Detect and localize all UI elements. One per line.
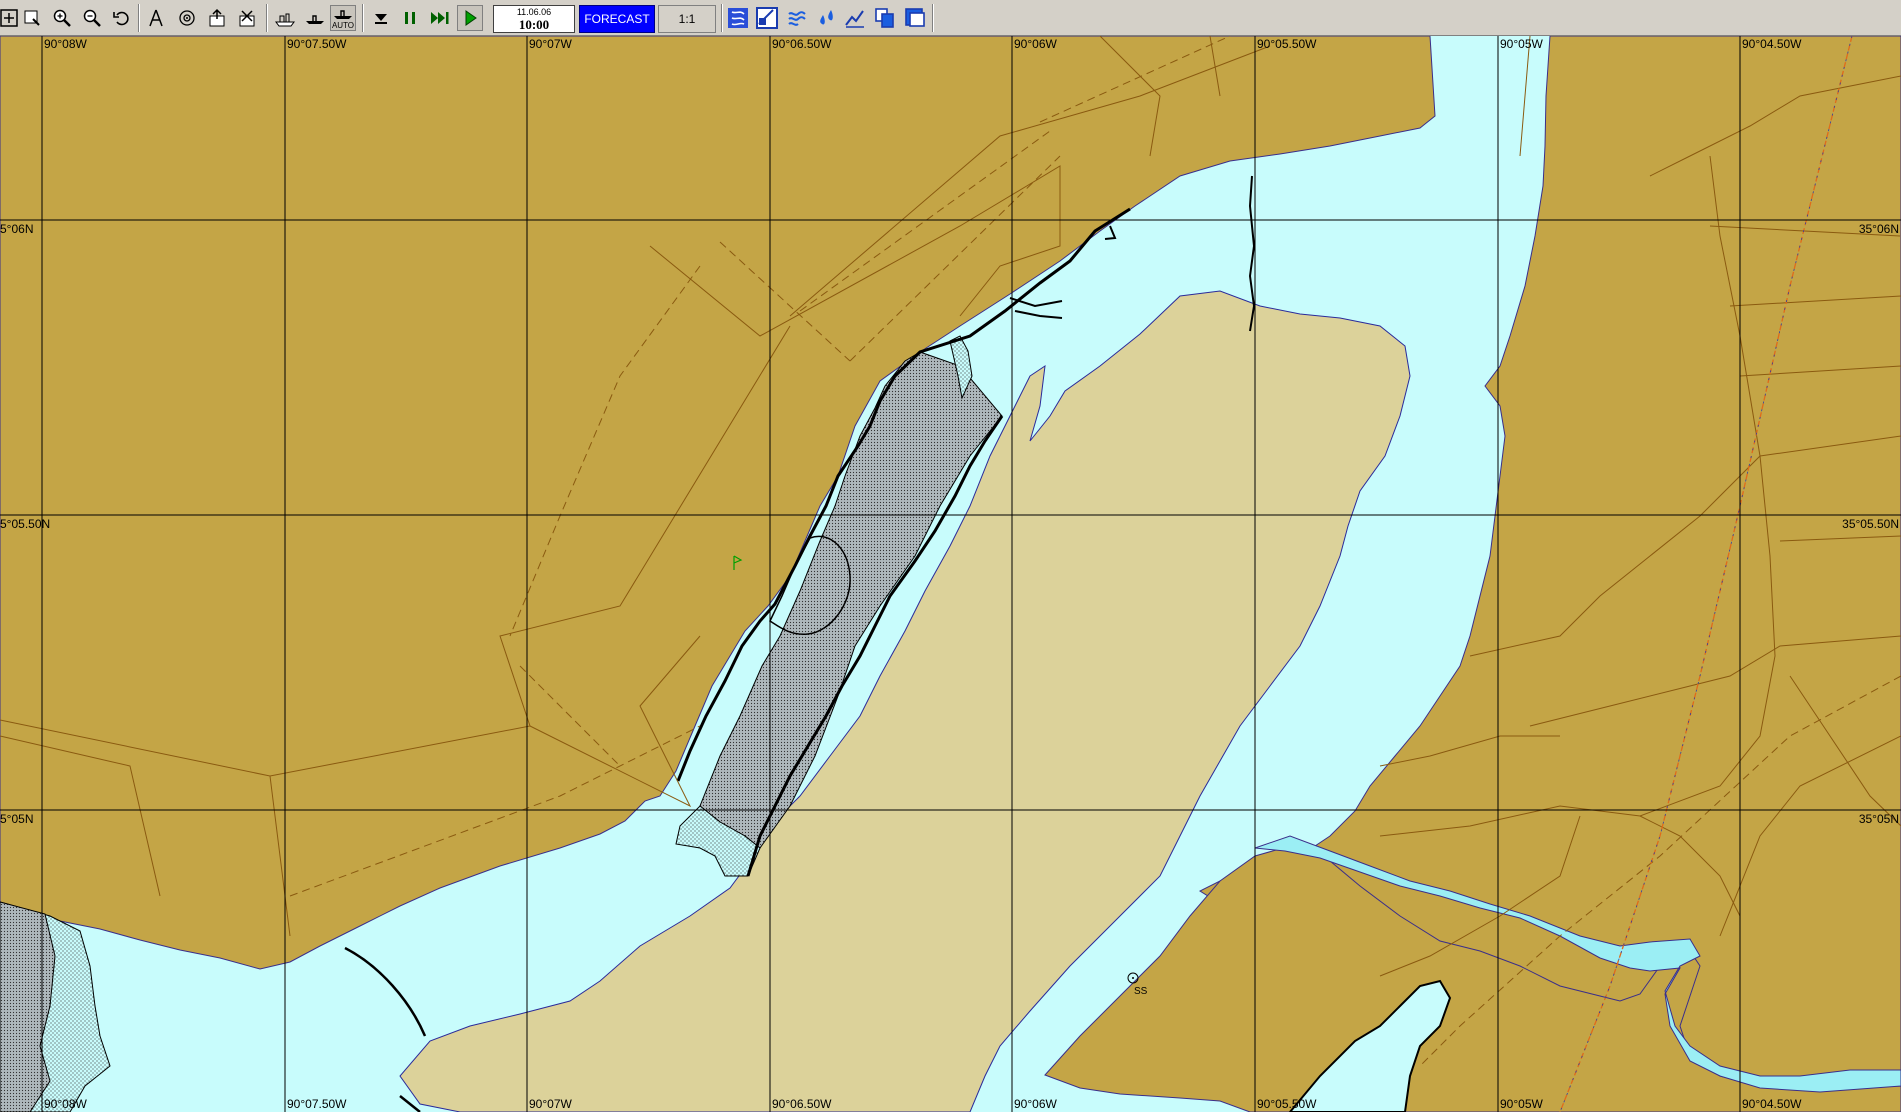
depth-icon[interactable]	[842, 5, 868, 31]
step-down-icon[interactable]	[368, 5, 394, 31]
ship-icon[interactable]	[302, 5, 328, 31]
fast-forward-icon[interactable]	[427, 5, 453, 31]
longitude-label-top: 90°04.50W	[1742, 37, 1802, 51]
compass-icon[interactable]	[143, 5, 169, 31]
toolbar-separator	[362, 4, 364, 32]
longitude-label-top: 90°08W	[44, 37, 87, 51]
undo-view-icon[interactable]	[108, 5, 134, 31]
buoy-label: SS	[1134, 986, 1148, 997]
datetime-display[interactable]: 11.06.06 10:00	[493, 5, 575, 33]
time-text: 10:00	[518, 17, 550, 32]
auto-label: AUTO	[331, 21, 355, 30]
chart-window-icon[interactable]	[754, 5, 780, 31]
play-icon[interactable]	[457, 5, 483, 31]
current-flow-icon[interactable]	[784, 5, 810, 31]
longitude-label-bottom: 90°05.50W	[1257, 1097, 1317, 1111]
longitude-label-bottom: 90°04.50W	[1742, 1097, 1802, 1111]
copy-windows-icon[interactable]	[872, 5, 898, 31]
longitude-label-top: 90°06.50W	[772, 37, 832, 51]
latitude-label-left: 5°06N	[0, 222, 34, 236]
toolbar-separator	[266, 4, 268, 32]
longitude-label-top: 90°05W	[1500, 37, 1543, 51]
longitude-label-bottom: 90°07.50W	[287, 1097, 347, 1111]
water-drops-icon[interactable]	[814, 5, 840, 31]
longitude-label-top: 90°07.50W	[287, 37, 347, 51]
longitude-label-top: 90°07W	[529, 37, 572, 51]
toolbar: AUTO 11.06.06 10:00 FORECAST 1:1	[0, 0, 1901, 36]
sw-shoal-inner	[0, 901, 56, 1112]
select-area-icon[interactable]	[19, 5, 45, 31]
zoom-in-icon[interactable]	[49, 5, 75, 31]
layers-icon[interactable]	[725, 5, 751, 31]
target-icon[interactable]	[174, 5, 200, 31]
pause-icon[interactable]	[397, 5, 423, 31]
export-icon[interactable]	[204, 5, 230, 31]
zoom-out-icon[interactable]	[79, 5, 105, 31]
latitude-label-right: 35°06N	[1859, 222, 1899, 236]
latitude-label-right: 35°05N	[1859, 812, 1899, 826]
toolbar-separator	[932, 4, 934, 32]
auto-ship-icon[interactable]: AUTO	[330, 5, 356, 31]
import-icon[interactable]	[234, 5, 260, 31]
latitude-label-right: 35°05.50N	[1842, 517, 1899, 531]
longitude-label-top: 90°05.50W	[1257, 37, 1317, 51]
longitude-label-bottom: 90°06.50W	[772, 1097, 832, 1111]
latitude-label-left: 5°05.50N	[0, 517, 50, 531]
longitude-label-bottom: 90°08W	[44, 1097, 87, 1111]
toolbar-separator	[721, 4, 723, 32]
longitude-label-bottom: 90°05W	[1500, 1097, 1543, 1111]
nautical-chart[interactable]: SS 90°08W 90°08W 90°07.50W 90°07.50W 90°07W 9…	[0, 36, 1901, 1112]
longitude-label-top: 90°06W	[1014, 37, 1057, 51]
scale-display[interactable]: 1:1	[658, 5, 716, 33]
latitude-label-left: 5°05N	[0, 812, 34, 826]
longitude-label-bottom: 90°07W	[529, 1097, 572, 1111]
ship-route-icon[interactable]	[272, 5, 298, 31]
toolbar-separator	[138, 4, 140, 32]
tile-windows-icon[interactable]	[902, 5, 928, 31]
forecast-button[interactable]: FORECAST	[579, 5, 655, 33]
longitude-label-bottom: 90°06W	[1014, 1097, 1057, 1111]
